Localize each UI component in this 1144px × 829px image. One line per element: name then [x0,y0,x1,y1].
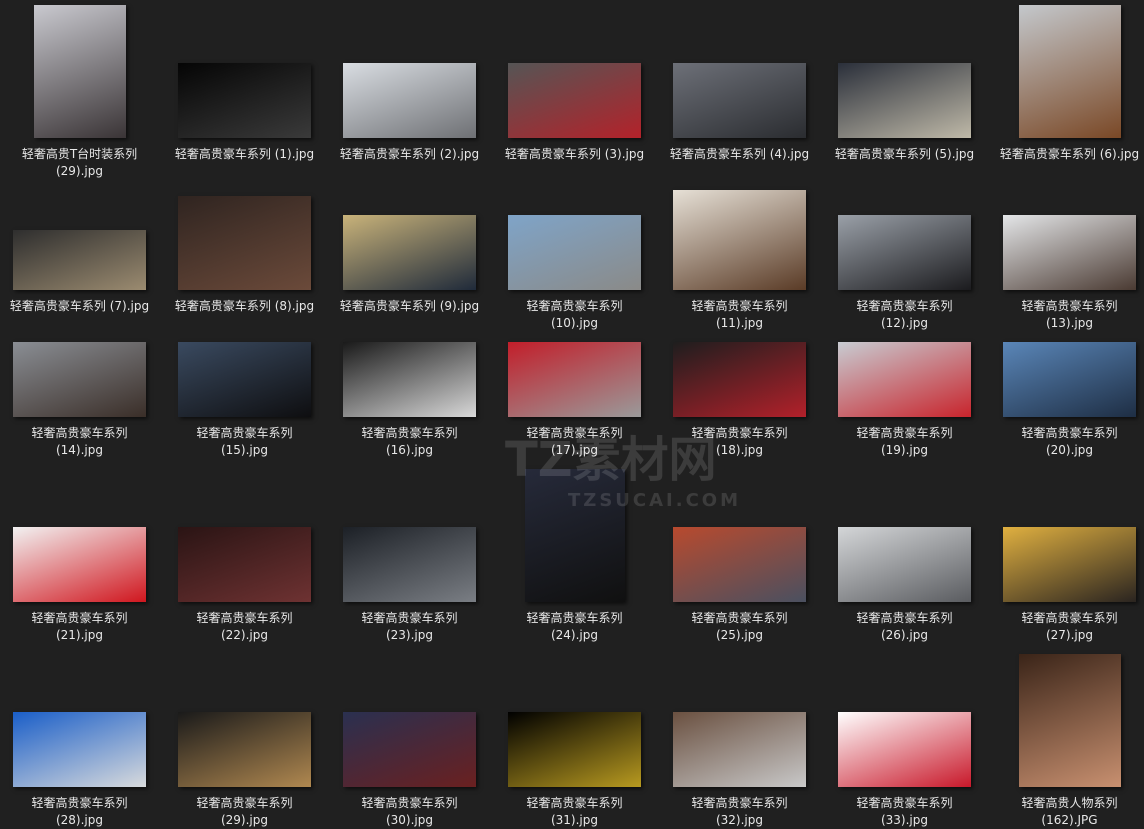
file-name[interactable]: 轻奢高贵豪车系列 (30).jpg [327,795,492,829]
file-name[interactable]: 轻奢高贵豪车系列 (31).jpg [492,795,657,829]
file-name[interactable]: 轻奢高贵豪车系列 (29).jpg [162,795,327,829]
file-name-ext: (29).jpg [220,813,268,827]
file-name[interactable]: 轻奢高贵豪车系列 (33).jpg [822,795,987,829]
thumbnail-wrap [657,0,822,787]
image-thumbnail[interactable] [13,712,146,787]
file-name-text: 轻奢高贵豪车系列 [856,796,953,810]
thumbnail-wrap [492,0,657,787]
image-thumbnail[interactable] [673,712,806,787]
file-name-text: 轻奢高贵豪车系列 [196,796,293,810]
file-name-text: 轻奢高贵人物系列 [1021,796,1118,810]
file-name[interactable]: 轻奢高贵豪车系列 (32).jpg [657,795,822,829]
file-name-text: 轻奢高贵豪车系列 [31,796,128,810]
thumbnail-wrap [822,0,987,787]
file-name-ext: (28).jpg [55,813,103,827]
file-name-text: 轻奢高贵豪车系列 [691,796,788,810]
thumbnail-wrap [987,0,1144,787]
thumbnail-wrap [327,0,492,787]
image-thumbnail[interactable] [508,712,641,787]
thumbnail-wrap [162,0,327,787]
image-thumbnail[interactable] [343,712,476,787]
file-name-text: 轻奢高贵豪车系列 [526,796,623,810]
file-name[interactable]: 轻奢高贵人物系列 (162).JPG [987,795,1144,829]
file-name-ext: (31).jpg [550,813,598,827]
file-name[interactable]: 轻奢高贵豪车系列 (28).jpg [0,795,162,829]
image-thumbnail[interactable] [1018,654,1121,787]
file-name-ext: (33).jpg [880,813,928,827]
file-name-ext: (32).jpg [715,813,763,827]
file-name-ext: (162).JPG [1041,813,1098,827]
image-thumbnail[interactable] [178,712,311,787]
file-name-text: 轻奢高贵豪车系列 [361,796,458,810]
thumbnail-wrap [0,0,162,787]
file-name-ext: (30).jpg [385,813,433,827]
image-thumbnail[interactable] [838,712,971,787]
